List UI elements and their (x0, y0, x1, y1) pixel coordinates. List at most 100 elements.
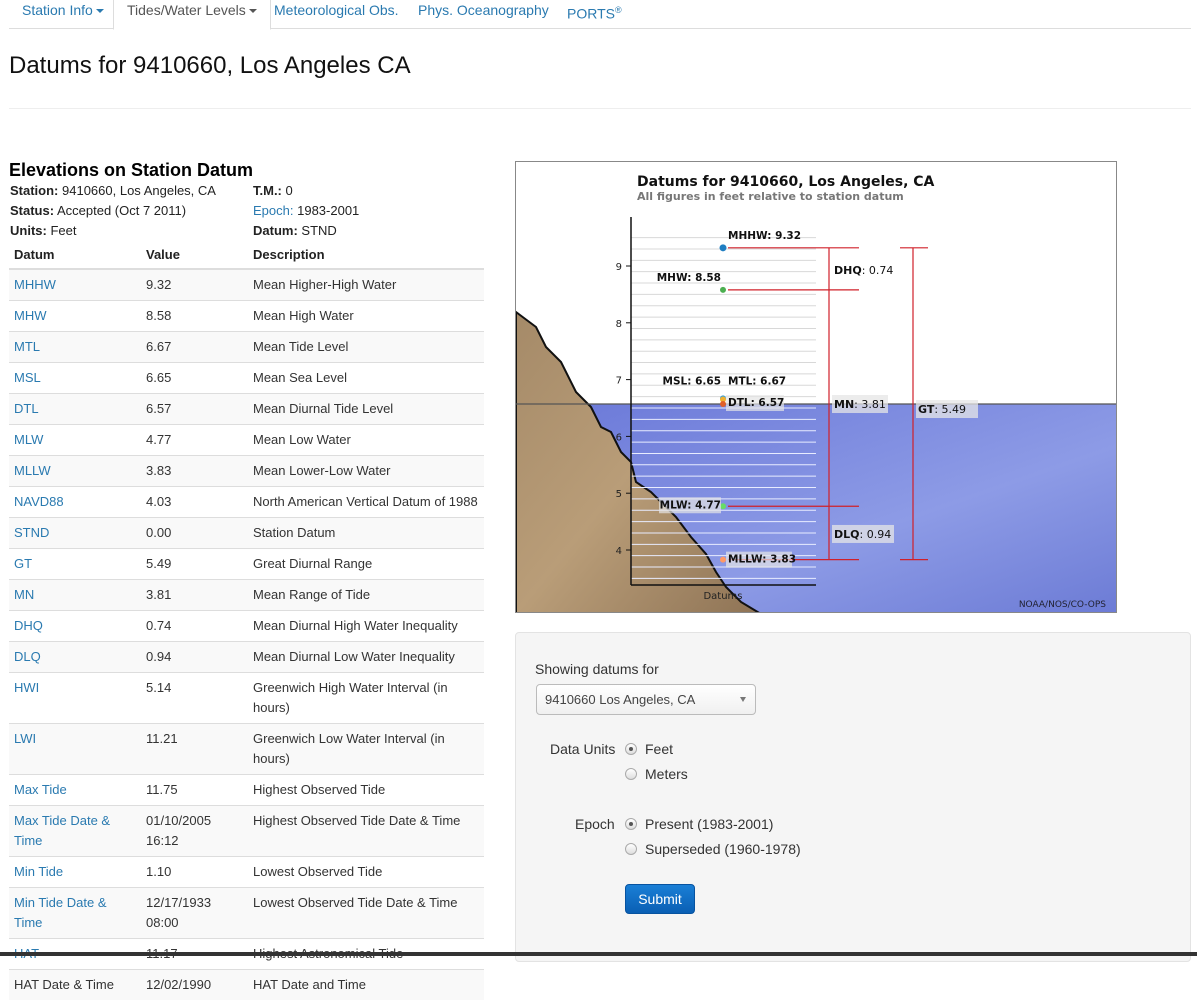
description-cell: Mean Tide Level (248, 332, 484, 363)
description-cell: Mean Sea Level (248, 363, 484, 394)
description-cell: Mean Low Water (248, 425, 484, 456)
table-row: Max Tide 11.75Highest Observed Tide (9, 775, 484, 806)
datum-link[interactable]: STND (14, 525, 49, 540)
datum-cell: MN (9, 580, 141, 611)
superseded-epoch-label[interactable]: Superseded (1960-1978) (645, 841, 801, 857)
range-label-dlq: DLQ: 0.94 (834, 528, 891, 541)
datum-cell: STND (9, 518, 141, 549)
table-row: Min Tide1.10Lowest Observed Tide (9, 857, 484, 888)
y-tick-label: 4 (616, 546, 622, 557)
datum-link[interactable]: Min Tide Date & Time (14, 895, 107, 930)
tab-station-info[interactable]: Station Info (9, 0, 117, 29)
submit-button[interactable]: Submit (625, 884, 695, 914)
units-meta: Units: Feet (10, 223, 76, 238)
table-row: MHHW9.32Mean Higher-High Water (9, 269, 484, 301)
tab-label: Phys. Oceanography (418, 2, 549, 18)
datum-link[interactable]: Max Tide (14, 782, 67, 797)
description-cell: North American Vertical Datum of 1988 (248, 487, 484, 518)
units-label: Units: (10, 223, 47, 238)
station-label: Station: (10, 183, 58, 198)
datum-link[interactable]: DTL (14, 401, 39, 416)
tab-label: PORTS (567, 6, 615, 22)
table-row: DHQ0.74Mean Diurnal High Water Inequalit… (9, 611, 484, 642)
value-cell: 6.65 (141, 363, 248, 394)
value-cell: 6.67 (141, 332, 248, 363)
description-cell: Station Datum (248, 518, 484, 549)
datum-cell: HAT Date & Time (9, 970, 141, 1000)
status-meta: Status: Accepted (Oct 7 2011) (10, 203, 186, 218)
present-epoch-radio[interactable] (625, 818, 637, 830)
description-cell: Mean Diurnal Low Water Inequality (248, 642, 484, 673)
datum-link[interactable]: Min Tide (14, 864, 63, 879)
description-cell: Mean Range of Tide (248, 580, 484, 611)
value-cell: 5.49 (141, 549, 248, 580)
datum-cell: LWI (9, 724, 141, 775)
datum-link[interactable]: DHQ (14, 618, 43, 633)
table-row: Min Tide Date & Time 12/17/1933 08:00Lowe… (9, 888, 484, 939)
value-cell: 0.94 (141, 642, 248, 673)
datum-link[interactable]: LWI (14, 731, 36, 746)
datum-link[interactable]: MTL (14, 339, 40, 354)
datum-link[interactable]: MN (14, 587, 34, 602)
feet-radio[interactable] (625, 743, 637, 755)
status-label: Status: (10, 203, 54, 218)
feet-label[interactable]: Feet (645, 741, 673, 757)
range-name: DLQ (834, 528, 860, 541)
description-cell: Lowest Observed Tide Date & Time (248, 888, 484, 939)
description-cell: Great Diurnal Range (248, 549, 484, 580)
description-cell: Mean Diurnal Tide Level (248, 394, 484, 425)
range-name: GT (918, 403, 935, 416)
range-sep: : (934, 403, 941, 416)
datum-link[interactable]: Max Tide Date & Time (14, 813, 110, 848)
value-cell: 11.75 (141, 775, 248, 806)
station-select[interactable]: 9410660 Los Angeles, CA (536, 684, 756, 715)
tab-label: Station Info (22, 2, 93, 18)
datum-link[interactable]: MLW (14, 432, 43, 447)
tm-value: 0 (286, 183, 293, 198)
datum-link[interactable]: MHW (14, 308, 47, 323)
tab-phys-oceanography[interactable]: Phys. Oceanography (405, 0, 562, 29)
datum-link[interactable]: DLQ (14, 649, 41, 664)
datum-cell: DHQ (9, 611, 141, 642)
status-value: Accepted (Oct 7 2011) (57, 203, 186, 218)
datum-label-mhhw: MHHW: 9.32 (728, 230, 801, 242)
range-label-gt: GT: 5.49 (918, 403, 966, 416)
description-cell: Greenwich Low Water Interval (in hours) (248, 724, 484, 775)
datum-point-mllw (720, 557, 726, 563)
datum-link[interactable]: MLLW (14, 463, 51, 478)
datum-cell: Max Tide Date & Time (9, 806, 141, 857)
datum-cell: MTL (9, 332, 141, 363)
datum-point-mhw (720, 287, 726, 293)
tab-meteorological-obs[interactable]: Meteorological Obs. (261, 0, 412, 29)
epoch-link[interactable]: Epoch: (253, 203, 293, 218)
table-row: NAVD88 4.03North American Vertical Datum … (9, 487, 484, 518)
y-tick-label: 6 (616, 432, 622, 443)
description-cell: Mean High Water (248, 301, 484, 332)
datum-link[interactable]: NAVD88 (14, 494, 64, 509)
header-value: Value (141, 240, 248, 269)
datum-cell: Min Tide (9, 857, 141, 888)
meters-radio[interactable] (625, 768, 637, 780)
datum-link[interactable]: GT (14, 556, 32, 571)
y-tick-label: 8 (616, 319, 622, 330)
datum-link[interactable]: MHHW (14, 277, 56, 292)
value-cell: 6.57 (141, 394, 248, 425)
value-cell: 4.03 (141, 487, 248, 518)
description-cell: Highest Observed Tide Date & Time (248, 806, 484, 857)
value-cell: 3.81 (141, 580, 248, 611)
range-name: DHQ (834, 264, 862, 277)
tab-tides-water-levels[interactable]: Tides/Water Levels (113, 0, 271, 30)
superseded-epoch-radio[interactable] (625, 843, 637, 855)
description-cell: Highest Observed Tide (248, 775, 484, 806)
datum-label-mllw: MLLW: 3.83 (728, 554, 796, 566)
datums-table: Datum Value Description MHHW9.32Mean Hig… (9, 240, 484, 1000)
bottom-bar (0, 952, 1197, 956)
range-sep: : (854, 398, 861, 411)
datum-link[interactable]: HWI (14, 680, 39, 695)
tab-ports[interactable]: PORTS® (554, 0, 635, 29)
meters-label[interactable]: Meters (645, 766, 688, 782)
value-cell: 12/17/1933 08:00 (141, 888, 248, 939)
datum-link[interactable]: MSL (14, 370, 41, 385)
datum-cell: MHHW (9, 269, 141, 301)
present-epoch-label[interactable]: Present (1983-2001) (645, 816, 773, 832)
